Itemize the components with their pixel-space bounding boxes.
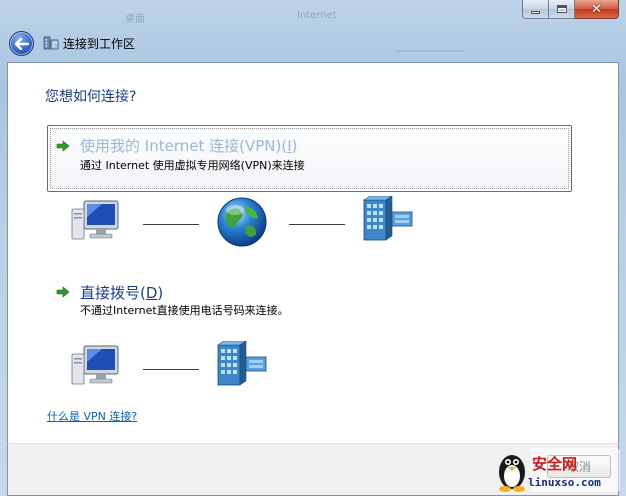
watermark-url: linuxso.com <box>528 476 601 489</box>
back-button[interactable] <box>9 31 34 56</box>
close-button[interactable]: ✕ <box>575 0 619 19</box>
network-workplace-icon <box>43 36 59 50</box>
computer-icon <box>71 345 119 385</box>
page-heading: 您想如何连接? <box>45 89 137 105</box>
dialup-option-title[interactable]: 直接拨号(D) <box>80 282 163 303</box>
background-blur-line <box>395 50 465 52</box>
connection-line <box>289 224 345 225</box>
background-blur-text: 桌面 <box>125 14 145 25</box>
minimize-icon <box>531 10 540 14</box>
watermark-text: 安全网 <box>532 455 578 473</box>
vpn-option-description: 通过 Internet 使用虚拟专用网络(VPN)来连接 <box>80 159 305 172</box>
maximize-button[interactable] <box>549 0 575 19</box>
caption-buttons: ✕ <box>522 0 619 20</box>
dialup-option-description: 不通过Internet直接使用电话号码来连接。 <box>80 304 289 317</box>
computer-icon <box>71 200 119 240</box>
green-arrow-icon <box>56 140 70 152</box>
back-arrow-icon <box>14 37 29 50</box>
connection-line <box>143 224 199 225</box>
minimize-button[interactable] <box>522 0 549 19</box>
server-building-icon <box>217 341 267 386</box>
green-arrow-icon <box>56 286 70 298</box>
connection-line <box>143 369 199 370</box>
close-icon: ✕ <box>591 1 602 17</box>
background-blur-text: Internet <box>297 10 337 21</box>
maximize-icon <box>556 5 567 13</box>
window-title: 连接到工作区 <box>63 37 136 51</box>
globe-icon <box>217 197 267 247</box>
vpn-option-title: 使用我的 Internet 连接(VPN)(I) <box>80 137 298 155</box>
vpn-help-link[interactable]: 什么是 VPN 连接? <box>47 408 137 424</box>
server-building-icon <box>363 196 413 241</box>
